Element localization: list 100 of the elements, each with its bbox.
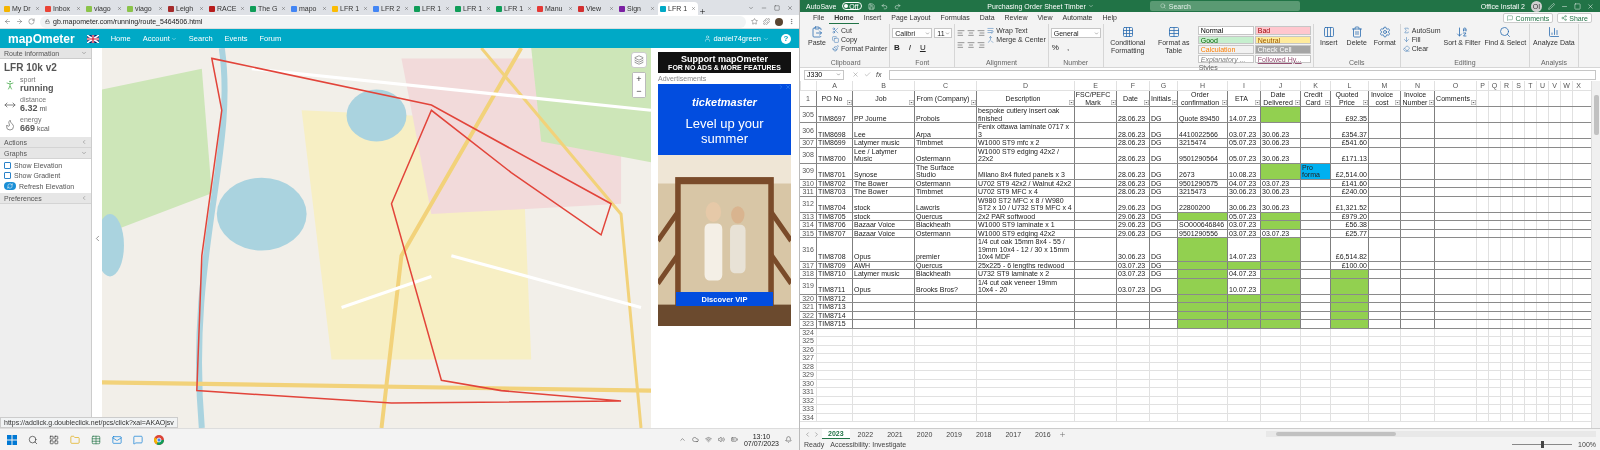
chevron-up-icon[interactable] [678, 436, 686, 443]
filter-dropdown-icon[interactable] [1172, 100, 1177, 105]
toggle-key[interactable]: , [1063, 42, 1073, 52]
folder-icon[interactable] [70, 434, 80, 445]
toggle-key[interactable]: I [905, 42, 915, 52]
close-icon[interactable] [199, 6, 204, 11]
stat-value: 6.32 [20, 103, 38, 113]
redo-icon[interactable] [894, 2, 902, 10]
filter-dropdown-icon[interactable] [1144, 100, 1149, 105]
close-icon[interactable] [76, 6, 81, 11]
route-name: LFR 10k v2 [4, 62, 58, 73]
task-view-icon[interactable] [49, 434, 59, 445]
user-icon [704, 35, 712, 42]
previous-icon[interactable] [804, 430, 811, 438]
filter-dropdown-icon[interactable] [1111, 100, 1116, 105]
save-icon[interactable] [868, 2, 876, 10]
layers-icon [634, 55, 644, 65]
flag-icon[interactable] [86, 34, 99, 43]
chat-icon[interactable] [133, 434, 143, 445]
speaker-icon[interactable] [717, 436, 725, 443]
formula-field[interactable] [889, 69, 1596, 80]
checkbox[interactable] [4, 162, 11, 169]
close-icon[interactable] [281, 6, 286, 11]
close-icon[interactable] [445, 6, 450, 11]
close-icon[interactable] [527, 6, 532, 11]
close-icon[interactable] [322, 6, 327, 11]
caret-icon [170, 35, 177, 42]
close-icon[interactable] [1587, 2, 1594, 10]
filter-dropdown-icon[interactable] [1255, 100, 1260, 105]
filter-dropdown-icon[interactable] [971, 100, 976, 105]
arrow-down-icon [1402, 36, 1410, 43]
close-icon[interactable] [117, 6, 122, 11]
pen-icon[interactable] [1548, 2, 1555, 10]
close-icon[interactable] [363, 6, 368, 11]
avatar-icon[interactable] [775, 17, 783, 26]
vertical-scrollbar[interactable] [1591, 81, 1600, 428]
close-icon[interactable] [609, 6, 614, 11]
search-icon[interactable] [28, 434, 38, 445]
align-left-icon[interactable] [957, 41, 966, 49]
mail-icon[interactable] [112, 434, 122, 445]
caret-icon[interactable] [748, 4, 754, 11]
undo-icon[interactable] [881, 2, 889, 10]
star-icon[interactable] [751, 18, 758, 25]
align-right-icon[interactable] [977, 29, 986, 37]
add-sheet-icon[interactable] [1058, 430, 1066, 438]
close-icon[interactable] [785, 84, 791, 90]
close-icon[interactable] [486, 6, 491, 11]
notification-icon[interactable] [785, 436, 792, 443]
puzzle-icon[interactable] [763, 18, 770, 25]
zoom-thumb[interactable] [1541, 441, 1545, 448]
filter-dropdown-icon[interactable] [1363, 100, 1368, 105]
close-icon[interactable] [158, 6, 163, 11]
next-icon[interactable] [813, 430, 820, 438]
wifi-icon[interactable] [704, 436, 712, 443]
close-icon[interactable] [691, 6, 696, 11]
toggle-key[interactable]: U [918, 42, 928, 52]
align-center-icon[interactable] [967, 41, 976, 49]
play-icon[interactable] [778, 84, 784, 90]
browser-icon[interactable] [154, 434, 164, 445]
toggle-key[interactable]: B [892, 42, 902, 52]
copy-icon [832, 36, 839, 43]
filter-dropdown-icon[interactable] [1069, 100, 1074, 105]
comment-icon [1507, 15, 1514, 21]
lock-icon [45, 19, 50, 24]
close-icon[interactable] [35, 6, 40, 11]
horizontal-scrollbar[interactable] [1266, 431, 1596, 437]
filter-dropdown-icon[interactable] [1222, 100, 1227, 105]
reload-icon[interactable] [28, 18, 35, 25]
toggle-key[interactable]: % [1050, 42, 1060, 52]
clipboard-icon [811, 26, 823, 38]
check-icon [864, 71, 871, 78]
filter-dropdown-icon[interactable] [1429, 100, 1434, 105]
close-icon[interactable] [404, 6, 409, 11]
filter-dropdown-icon[interactable] [1395, 100, 1400, 105]
close-icon[interactable] [650, 6, 655, 11]
battery-icon[interactable] [730, 436, 738, 443]
windows-icon[interactable] [7, 434, 17, 445]
checkbox[interactable] [4, 172, 11, 179]
filter-dropdown-icon[interactable] [1325, 100, 1330, 105]
close-icon[interactable] [568, 6, 573, 11]
settings-icon [1378, 26, 1391, 38]
minimize-icon[interactable] [761, 4, 767, 11]
align-right-icon[interactable] [977, 41, 986, 49]
filter-dropdown-icon[interactable] [1295, 100, 1300, 105]
back-icon[interactable] [4, 18, 11, 25]
cloud-icon[interactable] [691, 436, 699, 443]
new-tab-icon[interactable] [699, 8, 706, 15]
caret-icon [81, 50, 87, 56]
layers-button[interactable] [631, 52, 647, 68]
align-center-icon[interactable] [967, 29, 976, 37]
close-icon[interactable] [240, 6, 245, 11]
forward-icon[interactable] [16, 18, 23, 25]
maximize-icon[interactable] [774, 4, 780, 11]
close-icon[interactable] [787, 4, 793, 11]
filter-dropdown-icon[interactable] [1471, 100, 1476, 105]
spreadsheet-icon[interactable] [91, 434, 101, 445]
search-icon [1499, 26, 1512, 38]
align-left-icon[interactable] [957, 29, 966, 37]
filter-dropdown-icon[interactable] [847, 100, 852, 105]
filter-dropdown-icon[interactable] [909, 100, 914, 105]
